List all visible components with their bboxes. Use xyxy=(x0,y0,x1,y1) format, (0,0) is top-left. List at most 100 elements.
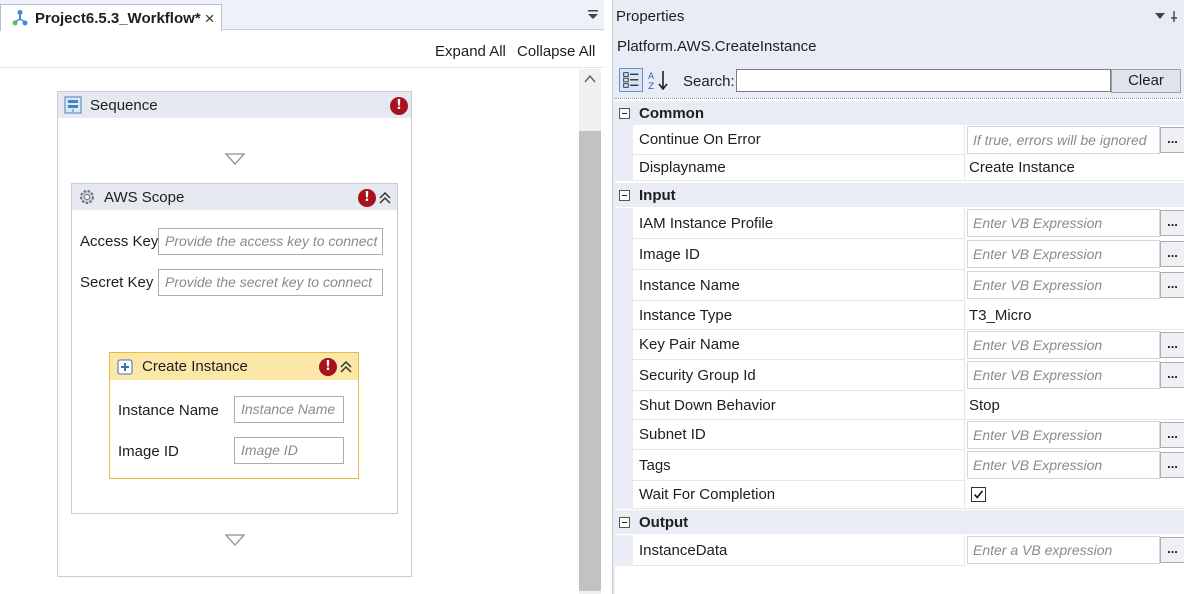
error-icon[interactable]: ! xyxy=(358,189,376,207)
close-icon[interactable]: × xyxy=(205,10,215,27)
designer-toolbar: Expand All Collapse All xyxy=(0,30,604,68)
property-name: Instance Type xyxy=(633,301,965,330)
property-row: Image ID Enter VB Expression ... xyxy=(615,239,1184,270)
ellipsis-button[interactable]: ... xyxy=(1160,127,1184,153)
sequence-title: Sequence xyxy=(90,96,158,114)
tab-title: Project6.5.3_Workflow* xyxy=(35,9,201,27)
ellipsis-button[interactable]: ... xyxy=(1160,272,1184,298)
svg-text:A: A xyxy=(648,72,655,82)
wait-for-completion-value xyxy=(965,481,1184,509)
access-key-input[interactable]: Provide the access key to connect xyxy=(158,228,383,255)
property-name: Displayname xyxy=(633,155,965,181)
categorized-view-icon[interactable] xyxy=(619,68,643,92)
property-name: Wait For Completion xyxy=(633,481,965,509)
category-output[interactable]: Output xyxy=(615,510,1184,534)
property-row: InstanceData Enter a VB expression ... xyxy=(615,535,1184,566)
property-row: Key Pair Name Enter VB Expression ... xyxy=(615,330,1184,360)
search-input[interactable] xyxy=(736,69,1111,92)
instance-data-input[interactable]: Enter a VB expression xyxy=(967,536,1160,564)
subnet-id-input[interactable]: Enter VB Expression xyxy=(967,421,1160,449)
aws-scope-title: AWS Scope xyxy=(104,188,185,206)
category-label: Input xyxy=(639,186,676,204)
ellipsis-button[interactable]: ... xyxy=(1160,241,1184,267)
expand-all-link[interactable]: Expand All xyxy=(435,43,506,60)
iam-instance-profile-input[interactable]: Enter VB Expression xyxy=(967,209,1160,237)
collapse-chevron-icon[interactable] xyxy=(378,191,392,205)
ellipsis-button[interactable]: ... xyxy=(1160,452,1184,478)
image-id-label: Image ID xyxy=(118,443,179,460)
secret-key-label: Secret Key xyxy=(80,274,154,291)
create-instance-title: Create Instance xyxy=(142,358,248,375)
drop-target-arrow-icon[interactable] xyxy=(224,152,246,166)
property-row: Shut Down Behavior Stop xyxy=(615,391,1184,420)
instance-name-label: Instance Name xyxy=(118,402,219,419)
property-row: Security Group Id Enter VB Expression ..… xyxy=(615,360,1184,391)
svg-text:Z: Z xyxy=(648,82,654,92)
workflow-designer: Project6.5.3_Workflow* × Expand All Coll… xyxy=(0,0,604,594)
collapse-all-link[interactable]: Collapse All xyxy=(517,43,595,60)
property-name: Security Group Id xyxy=(633,360,965,391)
category-common[interactable]: Common xyxy=(615,101,1184,125)
ellipsis-button[interactable]: ... xyxy=(1160,332,1184,358)
property-row: Subnet ID Enter VB Expression ... xyxy=(615,420,1184,450)
property-row: IAM Instance Profile Enter VB Expression… xyxy=(615,208,1184,239)
create-instance-activity[interactable]: Create Instance ! Instance Name Instance… xyxy=(109,352,359,479)
properties-panel: Properties Platform.AWS.CreateInstance A… xyxy=(612,0,1184,594)
instance-name-input[interactable]: Instance Name xyxy=(234,396,344,423)
property-row: Wait For Completion xyxy=(615,481,1184,509)
collapse-chevron-icon[interactable] xyxy=(339,360,353,374)
security-group-id-input[interactable]: Enter VB Expression xyxy=(967,361,1160,389)
sequence-header[interactable]: Sequence xyxy=(58,92,411,118)
ellipsis-button[interactable]: ... xyxy=(1160,362,1184,388)
image-id-input[interactable]: Image ID xyxy=(234,437,344,464)
collapse-category-icon[interactable] xyxy=(619,516,630,528)
workflow-icon xyxy=(12,10,28,26)
property-name: Subnet ID xyxy=(633,420,965,450)
ellipsis-button[interactable]: ... xyxy=(1160,537,1184,563)
panel-options-icon[interactable] xyxy=(1152,9,1182,23)
property-row: Instance Type T3_Micro xyxy=(615,301,1184,330)
property-grid: Common Continue On Error If true, errors… xyxy=(615,98,1184,594)
tags-input[interactable]: Enter VB Expression xyxy=(967,451,1160,479)
continue-on-error-input[interactable]: If true, errors will be ignored xyxy=(967,126,1160,154)
error-icon[interactable]: ! xyxy=(319,358,337,376)
property-name: IAM Instance Profile xyxy=(633,208,965,239)
clear-button[interactable]: Clear xyxy=(1111,69,1181,93)
property-name: Shut Down Behavior xyxy=(633,391,965,420)
instance-name-expression-input[interactable]: Enter VB Expression xyxy=(967,271,1160,299)
wait-for-completion-checkbox[interactable] xyxy=(971,487,986,502)
drop-target-arrow-icon[interactable] xyxy=(224,533,246,547)
scroll-up-icon[interactable] xyxy=(584,74,596,84)
property-name: Tags xyxy=(633,450,965,481)
sort-alphabetical-icon[interactable]: A Z xyxy=(646,68,670,92)
collapse-category-icon[interactable] xyxy=(619,189,630,201)
displayname-value[interactable]: Create Instance xyxy=(965,155,1184,181)
aws-scope-header[interactable]: AWS Scope xyxy=(72,184,397,210)
scrollbar-thumb[interactable] xyxy=(579,131,601,591)
property-row: Displayname Create Instance xyxy=(615,155,1184,181)
property-name: Image ID xyxy=(633,239,965,270)
secret-key-input[interactable]: Provide the secret key to connect xyxy=(158,269,383,296)
key-pair-name-input[interactable]: Enter VB Expression xyxy=(967,331,1160,359)
tab-workflow[interactable]: Project6.5.3_Workflow* × xyxy=(0,4,222,31)
error-icon[interactable]: ! xyxy=(390,97,408,115)
gear-icon xyxy=(80,190,94,204)
selected-object-name: Platform.AWS.CreateInstance xyxy=(617,38,817,55)
expand-plus-icon[interactable] xyxy=(116,358,134,376)
ellipsis-button[interactable]: ... xyxy=(1160,210,1184,236)
category-input[interactable]: Input xyxy=(615,183,1184,207)
search-label: Search: xyxy=(683,73,735,90)
property-row: Tags Enter VB Expression ... xyxy=(615,450,1184,481)
instance-type-value[interactable]: T3_Micro xyxy=(965,301,1184,330)
property-name: Continue On Error xyxy=(633,125,965,155)
image-id-expression-input[interactable]: Enter VB Expression xyxy=(967,240,1160,268)
ellipsis-button[interactable]: ... xyxy=(1160,422,1184,448)
designer-scrollbar[interactable] xyxy=(579,69,601,594)
shut-down-behavior-value[interactable]: Stop xyxy=(965,391,1184,420)
property-name: InstanceData xyxy=(633,535,965,566)
collapse-category-icon[interactable] xyxy=(619,107,630,119)
property-name: Instance Name xyxy=(633,270,965,301)
property-row: Continue On Error If true, errors will b… xyxy=(615,125,1184,155)
properties-title: Properties xyxy=(616,8,685,25)
tab-list-dropdown-icon[interactable] xyxy=(586,8,600,22)
